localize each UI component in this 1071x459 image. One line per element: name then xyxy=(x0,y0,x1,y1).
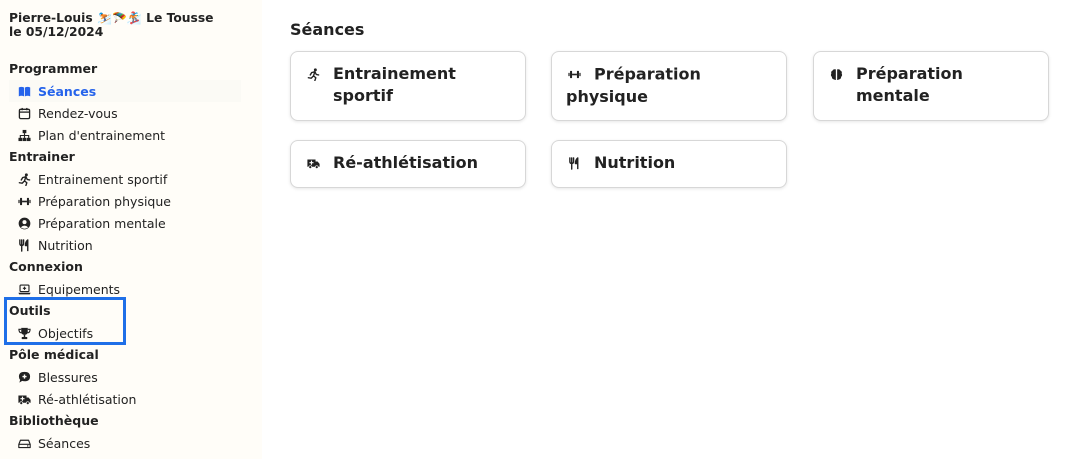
book-open-icon xyxy=(16,84,32,98)
section-outils: Outils xyxy=(9,303,51,318)
dumbbell-icon xyxy=(566,66,582,82)
sport-emojis: ⛷️🪂🏂 xyxy=(97,11,142,25)
sidebar-item-preparation-physique[interactable]: Préparation physique xyxy=(9,190,241,212)
sidebar: Pierre-Louis ⛷️🪂🏂 Le Tousse le 05/12/202… xyxy=(0,0,262,459)
card-preparation-mentale[interactable]: Préparation mentale xyxy=(813,51,1049,121)
sitemap-icon xyxy=(16,128,32,142)
sidebar-item-bibliotheque-seances[interactable]: Séances xyxy=(9,432,241,454)
truck-medical-icon xyxy=(16,392,32,406)
running-icon xyxy=(16,172,32,186)
hdd-icon xyxy=(16,436,32,450)
card-nutrition[interactable]: Nutrition xyxy=(551,140,787,188)
sidebar-item-preparation-mentale[interactable]: Préparation mentale xyxy=(9,212,241,234)
section-connexion: Connexion xyxy=(9,259,83,274)
sidebar-item-entrainement-sportif[interactable]: Entrainement sportif xyxy=(9,168,241,190)
brain-icon xyxy=(828,66,844,82)
trophy-icon xyxy=(16,326,32,340)
card-re-athletisation[interactable]: Ré-athlétisation xyxy=(290,140,526,188)
sidebar-item-label: Equipements xyxy=(38,281,121,297)
truck-medical-icon xyxy=(305,155,321,171)
sidebar-item-blessures[interactable]: Blessures xyxy=(9,366,241,388)
sidebar-item-objectifs[interactable]: Objectifs xyxy=(9,322,241,344)
dumbbell-icon xyxy=(16,194,32,208)
sidebar-item-label: Séances xyxy=(38,83,97,99)
user-club: Le Tousse xyxy=(146,11,214,25)
user-info: Pierre-Louis ⛷️🪂🏂 Le Tousse le 05/12/202… xyxy=(9,11,262,39)
user-date: le 05/12/2024 xyxy=(9,25,104,39)
sidebar-item-label: Préparation mentale xyxy=(38,215,166,231)
sidebar-item-label: Nutrition xyxy=(38,237,93,253)
sidebar-item-plan-entrainement[interactable]: Plan d'entrainement xyxy=(9,124,241,146)
sidebar-item-seances[interactable]: Séances xyxy=(9,80,241,102)
sidebar-item-label: Ré-athlétisation xyxy=(38,391,137,407)
sidebar-item-equipements[interactable]: Equipements xyxy=(9,278,241,300)
sidebar-item-label: Préparation physique xyxy=(38,193,171,209)
card-label: Entrainement sportif xyxy=(333,64,456,105)
main-content: Séances Entrainement sportif Préparation… xyxy=(290,20,1071,188)
sidebar-item-label: Entrainement sportif xyxy=(38,171,168,187)
card-label: Préparation mentale xyxy=(856,64,963,105)
card-preparation-physique[interactable]: Préparation physique xyxy=(551,51,787,121)
user-name: Pierre-Louis xyxy=(9,11,93,25)
sidebar-item-nutrition[interactable]: Nutrition xyxy=(9,234,241,256)
card-label: Nutrition xyxy=(594,153,676,172)
user-circle-icon xyxy=(16,216,32,230)
sidebar-item-label: Blessures xyxy=(38,369,98,385)
section-bibliotheque: Bibliothèque xyxy=(9,413,99,428)
calendar-icon xyxy=(16,106,32,120)
utensils-icon xyxy=(16,238,32,252)
sidebar-item-label: Séances xyxy=(38,435,91,451)
card-label: Ré-athlétisation xyxy=(333,153,478,172)
card-entrainement-sportif[interactable]: Entrainement sportif xyxy=(290,51,526,121)
sidebar-item-label: Rendez-vous xyxy=(38,105,118,121)
sidebar-item-re-athletisation[interactable]: Ré-athlétisation xyxy=(9,388,241,410)
utensils-icon xyxy=(566,155,582,171)
laptop-icon xyxy=(16,282,32,296)
section-pole-medical: Pôle médical xyxy=(9,347,99,362)
card-label: Préparation physique xyxy=(566,64,701,106)
sidebar-item-label: Plan d'entrainement xyxy=(38,127,166,143)
sidebar-item-label: Objectifs xyxy=(38,325,94,341)
section-programmer: Programmer xyxy=(9,61,98,76)
sidebar-item-rendez-vous[interactable]: Rendez-vous xyxy=(9,102,241,124)
page-title: Séances xyxy=(290,20,365,39)
running-icon xyxy=(305,66,321,82)
section-entrainer: Entrainer xyxy=(9,149,75,164)
comment-medical-icon xyxy=(16,370,32,384)
